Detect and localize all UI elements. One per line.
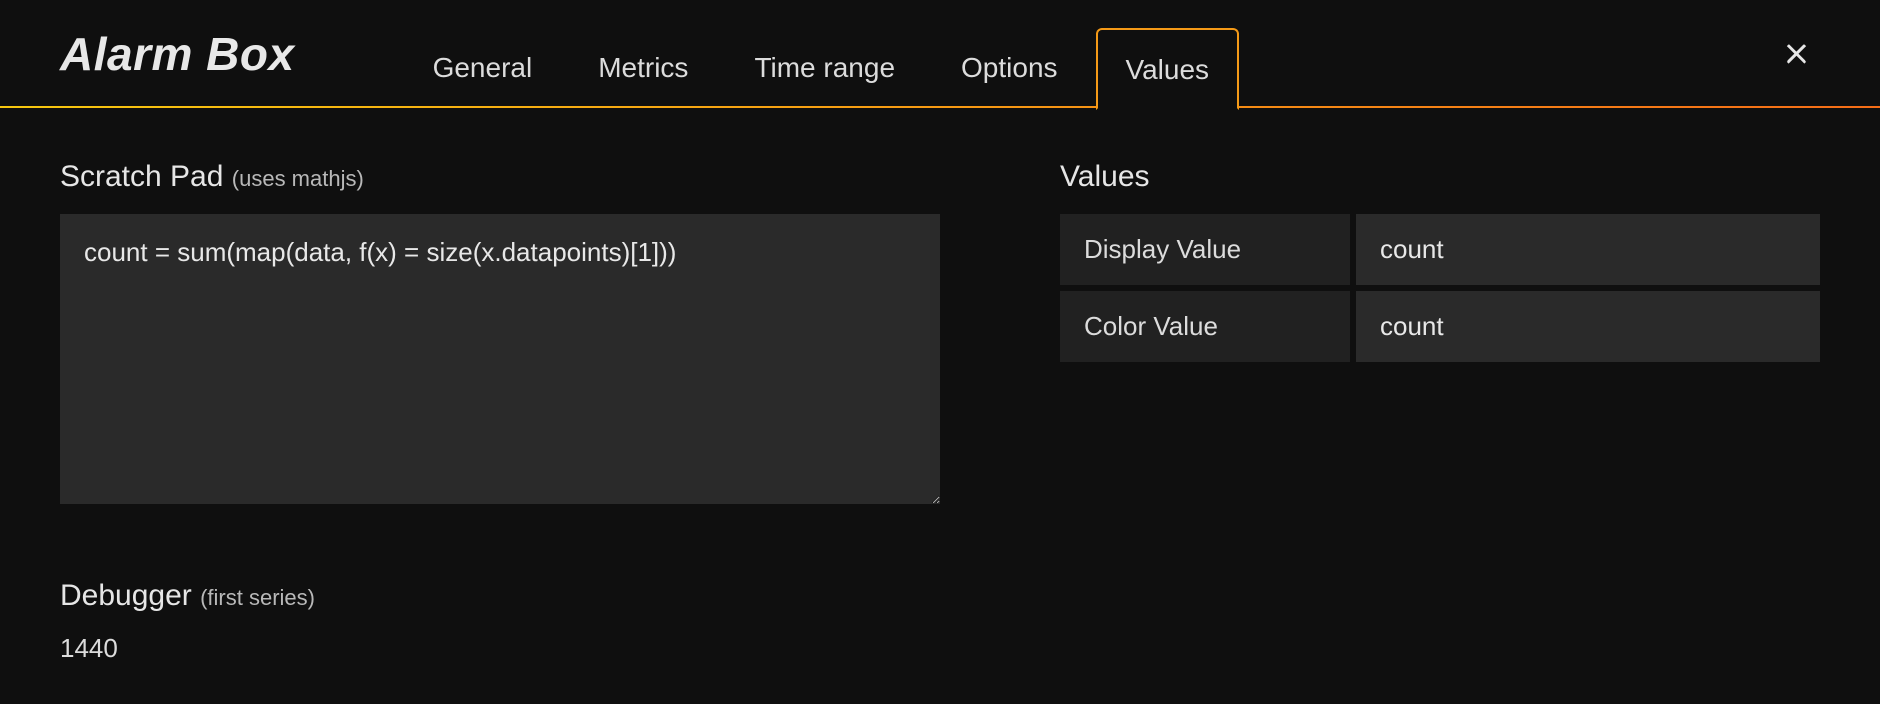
color-value-label: Color Value	[1060, 291, 1350, 362]
tab-general[interactable]: General	[405, 28, 561, 108]
values-row-display: Display Value	[1060, 214, 1820, 285]
close-button[interactable]	[1774, 31, 1820, 77]
debugger-subtitle: (first series)	[200, 585, 315, 610]
tab-options[interactable]: Options	[933, 28, 1086, 108]
color-value-input[interactable]	[1356, 291, 1820, 362]
display-value-input[interactable]	[1356, 214, 1820, 285]
tab-time-range[interactable]: Time range	[726, 28, 923, 108]
editor-header: Alarm Box General Metrics Time range Opt…	[0, 0, 1880, 110]
debugger-title-text: Debugger	[60, 579, 192, 612]
close-icon	[1782, 39, 1812, 69]
debugger-title: Debugger (first series)	[60, 579, 940, 613]
display-value-label: Display Value	[1060, 214, 1350, 285]
scratchpad-title: Scratch Pad (uses mathjs)	[60, 160, 940, 194]
tab-metrics[interactable]: Metrics	[570, 28, 716, 108]
debugger-output: 1440	[60, 633, 940, 664]
panel-title: Alarm Box	[60, 27, 295, 81]
tab-bar: General Metrics Time range Options Value…	[405, 28, 1239, 108]
scratchpad-subtitle: (uses mathjs)	[232, 166, 364, 191]
scratchpad-textarea[interactable]	[60, 214, 940, 504]
scratchpad-title-text: Scratch Pad	[60, 160, 223, 193]
values-grid: Display Value Color Value	[1060, 214, 1820, 362]
tab-values[interactable]: Values	[1096, 28, 1240, 110]
values-title: Values	[1060, 160, 1820, 194]
values-row-color: Color Value	[1060, 291, 1820, 362]
